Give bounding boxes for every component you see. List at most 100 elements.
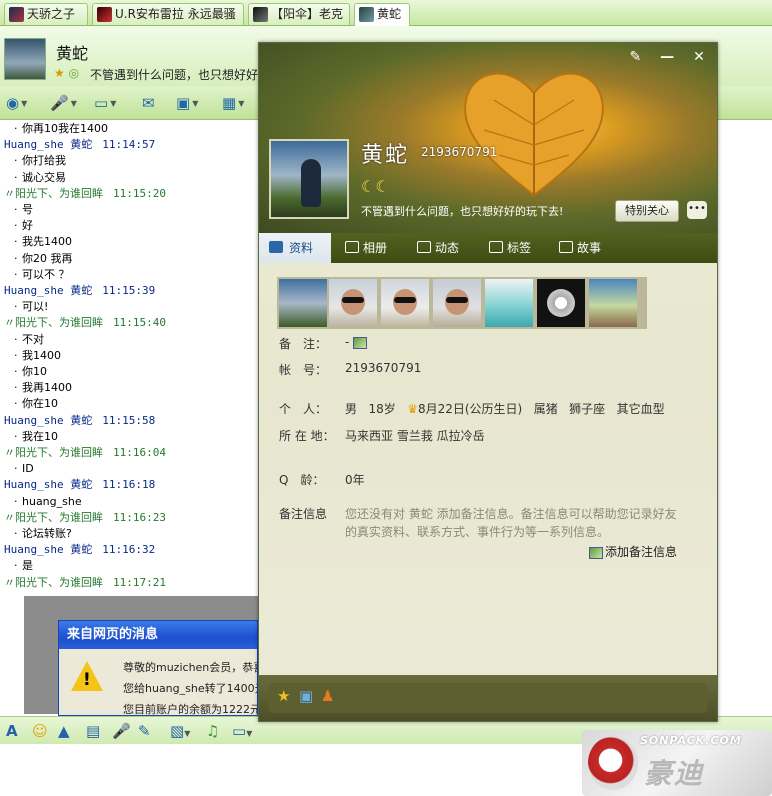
bullet-icon: · [14,235,18,249]
tab-label: 相册 [363,241,388,255]
photo-thumbnail[interactable] [329,279,377,327]
close-button[interactable]: ✕ [685,47,713,67]
avatar-icon [9,7,24,22]
tab-story[interactable]: 故事 [557,233,601,263]
music-button[interactable]: ♫ [206,721,219,741]
message-time: 11:15:20 [113,186,166,200]
site-watermark: SONPACK.COM 豪迪 [582,730,772,796]
emoji-button[interactable]: ☺ [32,721,48,741]
message-text: · 我在10 [0,429,258,445]
folder-icon: ▭ [94,94,109,112]
album-icon [345,241,359,253]
star-icon[interactable]: ★ [277,687,290,705]
close-icon: ✕ [693,49,705,65]
message-text: · 不对 [0,332,258,348]
message-body: 可以不 ？ [22,267,70,281]
minimize-button[interactable]: — [653,47,681,67]
photo-thumbnail[interactable] [589,279,637,327]
photo-thumbnail[interactable] [433,279,481,327]
message-text: · 你再10我在1400 [0,121,258,137]
chevron-down-icon[interactable]: ▼ [246,729,252,738]
face-image [341,289,365,315]
gender: 男 [345,402,358,416]
contact-avatar[interactable] [4,38,46,80]
tab-label: 动态 [435,241,460,255]
tab-profile-info[interactable]: 资料 [259,233,331,263]
font-icon: A [6,722,18,740]
bullet-icon: · [14,267,18,281]
tab-label: 【阳伞】老克 [271,7,344,21]
remote-assist-button[interactable]: ▣ ▼ [176,92,212,114]
message-text: · 是 [0,558,258,574]
photo-thumbnail[interactable] [537,279,585,327]
message-body: 可以! [22,300,49,314]
font-button[interactable]: A [6,721,18,741]
tab-laoke[interactable]: 【阳伞】老克 [248,3,350,25]
bullet-icon: · [14,348,18,362]
message-header: Huang_she 黄蛇 11:15:58 [0,413,258,429]
tab-huangshe[interactable]: 黄蛇 [354,3,410,26]
user-icon[interactable]: ♟ [321,687,334,705]
edit-remark-icon[interactable] [353,336,368,349]
chevron-down-icon[interactable]: ▼ [238,99,244,108]
chevron-down-icon[interactable]: ▼ [184,729,190,738]
profile-banner: ✎ — ✕ 黄蛇 2193670791 ☾☾ 不管遇到什么问题，也只想好好的玩下… [259,43,717,233]
heart-leaf-image [464,72,604,197]
chevron-down-icon[interactable]: ▼ [21,99,27,108]
contact-name[interactable]: 黄蛇 [56,40,88,64]
message-header: 〃阳光下、为谁回眸 11:16:23 [0,510,258,526]
photo-thumbnail[interactable] [485,279,533,327]
message-text: · 可以! [0,299,258,315]
video-clip-button[interactable]: ▤ [86,721,100,741]
photo-thumbnail[interactable] [381,279,429,327]
chevron-down-icon[interactable]: ▼ [71,99,77,108]
tab-label: 故事 [577,241,602,255]
profile-avatar[interactable] [269,139,349,219]
profile-tab-bar: 资料 相册 动态 标签 故事 [259,233,717,263]
voice-call-button[interactable]: 🎤 ▼ [50,92,86,114]
tab-feed[interactable]: 动态 [415,233,459,263]
profile-card-footer: ★ ▣ ♟ [259,675,717,721]
bullet-icon: · [14,154,18,168]
sender-name: 〃阳光下、为谁回眸 [4,316,103,330]
chevron-down-icon[interactable]: ▼ [192,99,198,108]
magic-button[interactable]: ▲ [58,721,70,741]
skin-button[interactable]: ✎ [621,47,649,67]
screenshot-button[interactable]: ▧▼ [170,721,190,741]
camera-icon[interactable]: ▣ [299,687,313,705]
tab-label: U.R安布雷拉 永远最骚 [115,7,236,21]
qage-label: Q 龄： [279,473,325,487]
qzone-icon[interactable]: ◎ [69,66,79,80]
chat-input-edge [0,596,24,714]
voice-message-button[interactable]: 🎤 [112,721,131,741]
message-header: Huang_she 黄蛇 11:16:18 [0,477,258,493]
add-note-label: 添加备注信息 [605,545,678,559]
comment-bubble-icon[interactable]: ••• [687,201,707,219]
avatar-icon [359,7,374,22]
special-care-button[interactable]: 特别关心 [615,200,679,222]
send-sms-button[interactable]: ✉ [142,92,178,114]
message-time: 11:15:58 [102,413,156,427]
bullet-icon: · [14,559,18,573]
birthday: 8月22日(公历生日) [417,402,523,416]
doodle-button[interactable]: ✎ [138,721,151,741]
message-body: 你再10我在1400 [22,122,108,135]
file-transfer-button[interactable]: ▭ ▼ [94,92,130,114]
chevron-down-icon[interactable]: ▼ [110,99,116,108]
apps-button[interactable]: ▦ ▼ [222,92,258,114]
tab-album[interactable]: 相册 [343,233,387,263]
add-note-link[interactable]: 添加备注信息 [589,543,677,560]
tab-umbrella[interactable]: U.R安布雷拉 永远最骚 [92,3,244,25]
photo-thumbnail[interactable] [279,279,327,327]
remark-label: 备 注： [279,337,328,351]
tab-tags[interactable]: 标签 [487,233,531,263]
tab-tianjiaozhizi[interactable]: 天骄之子 [4,3,88,25]
chat-transcript[interactable]: · 你再10我在1400 Huang_she 黄蛇 11:14:57 · 你打给我 · 诚心交… [0,121,258,595]
message-body: 诚心交易 [22,170,66,184]
video-call-button[interactable]: ◉ ▼ [6,92,42,114]
message-header: Huang_she 黄蛇 11:15:39 [0,283,258,299]
image-icon: ▧ [170,722,185,740]
more-button[interactable]: ▭▼ [232,721,252,741]
level-moon-icons[interactable]: ☾☾ [361,177,390,196]
bullet-icon: · [14,527,18,541]
